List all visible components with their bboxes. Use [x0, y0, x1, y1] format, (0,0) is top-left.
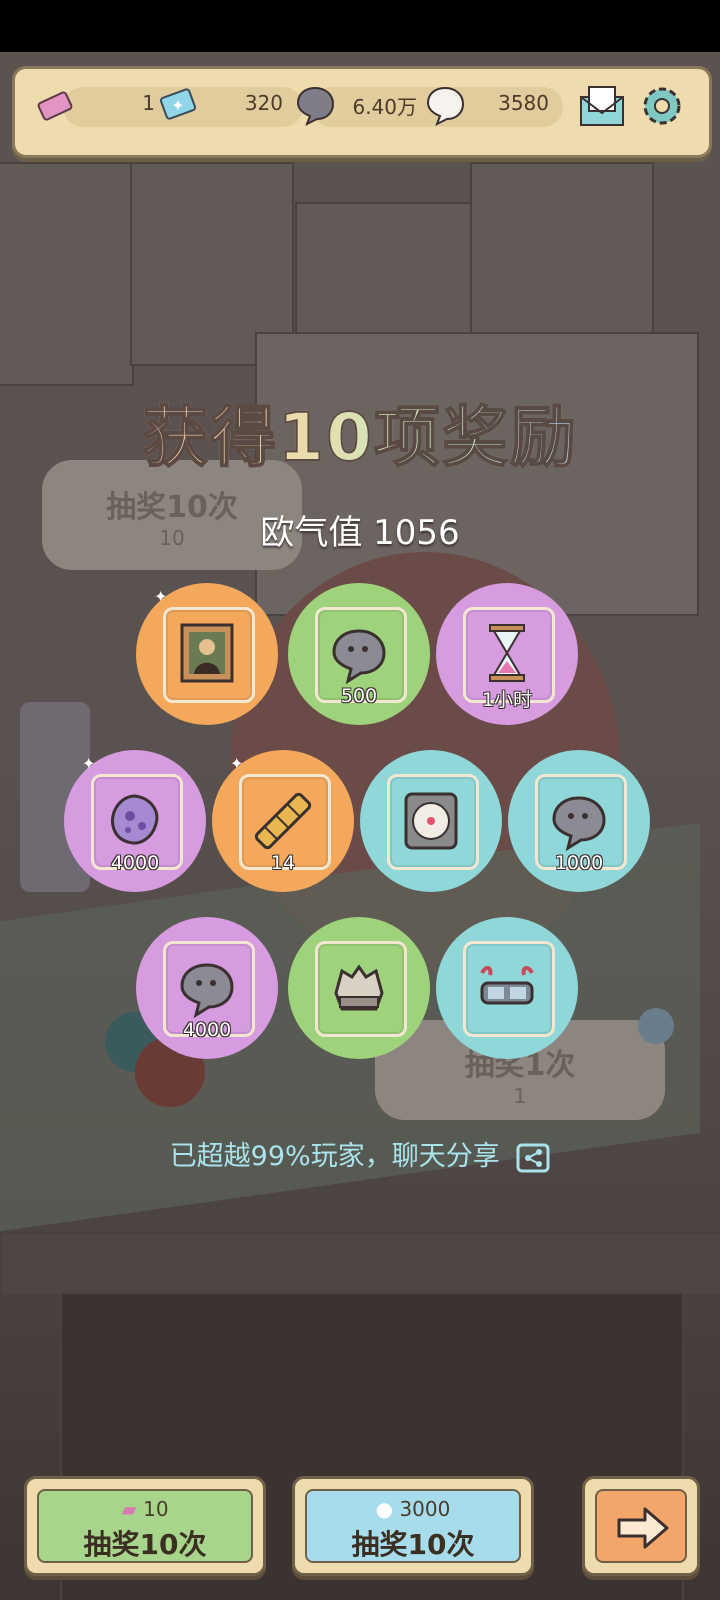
bubble-draw-button[interactable]: ● 3000 抽奖10次: [292, 1476, 534, 1576]
share-icon[interactable]: [516, 1143, 550, 1173]
arrow-circle-icon: [638, 1008, 674, 1044]
bubble-draw-label: 抽奖10次: [351, 1528, 475, 1561]
compass-icon: [404, 792, 458, 850]
white-bubble-count: 3580: [498, 91, 549, 115]
reward-item-hourglass[interactable]: 1小时: [436, 583, 578, 725]
bubble-icon: ●: [375, 1497, 394, 1521]
reward-item-virus[interactable]: ✦ 4000: [64, 750, 206, 892]
sparkle-icon: ✦: [154, 587, 168, 606]
ticket-icon: ▰: [121, 1497, 137, 1521]
ticket-draw-label: 抽奖10次: [83, 1528, 207, 1561]
dark-bubble-count: 6.40万: [352, 95, 417, 119]
wall-plank: [0, 162, 134, 386]
share-row[interactable]: 已超越99%玩家，聊天分享: [0, 1134, 720, 1173]
gear-icon[interactable]: [637, 81, 687, 131]
bubble-icon: [552, 796, 606, 852]
reward-item-compass[interactable]: [360, 750, 502, 892]
dark-bubble-icon: [296, 86, 335, 127]
svg-text:✦: ✦: [171, 96, 184, 115]
ticket-icon: [37, 91, 73, 121]
table-edge: [0, 1232, 720, 1296]
ticket-draw-cost: 10: [143, 1497, 169, 1521]
reward-item-glasses[interactable]: [436, 917, 578, 1059]
bubble-icon: [332, 629, 386, 685]
fossil-icon: [334, 964, 384, 1011]
telescope-icon: [254, 792, 312, 850]
reward-item-telescope[interactable]: ✦ 14: [212, 750, 354, 892]
bg-draw1-cost: 1: [513, 1084, 527, 1108]
hourglass-icon: [489, 624, 525, 682]
reward-quantity: 1000: [554, 852, 604, 874]
resource-bar: 1 ✦ 320 6.40万 3580: [12, 66, 712, 158]
reward-quantity: 4000: [182, 1019, 232, 1041]
sparkle-icon: ✦: [82, 754, 96, 773]
reward-quantity: 14: [270, 852, 296, 874]
white-bubble-icon: [426, 86, 465, 127]
reward-title: 获得10项奖励: [0, 384, 720, 480]
virus-icon: [111, 794, 159, 845]
glasses-icon: [480, 966, 534, 1005]
bubble-icon: [180, 963, 234, 1019]
mona-lisa-painting-icon: [180, 623, 234, 683]
reward-item-bubble-1000[interactable]: 1000: [508, 750, 650, 892]
reward-quantity: 500: [340, 685, 378, 707]
gem-count: 320: [244, 91, 283, 115]
ticket-draw-button[interactable]: ▰ 10 抽奖10次: [24, 1476, 266, 1576]
reward-quantity: 4000: [110, 852, 160, 874]
reward-quantity: 1小时: [481, 689, 533, 711]
reward-item-mona-lisa[interactable]: ✦: [136, 583, 278, 725]
bubble-draw-cost: 3000: [399, 1497, 451, 1521]
share-text: 已超越99%玩家，聊天分享: [169, 1141, 500, 1172]
sparkle-icon: ✦: [230, 754, 244, 773]
status-bar: [0, 0, 720, 52]
mail-icon[interactable]: [577, 83, 627, 131]
gem-ticket-icon: ✦: [159, 88, 197, 120]
next-button[interactable]: [582, 1476, 700, 1576]
reward-item-bubble-500[interactable]: 500: [288, 583, 430, 725]
ticket-count: 1: [142, 91, 155, 115]
arrow-right-icon: [617, 1507, 669, 1549]
reward-item-bone-fossil[interactable]: [288, 917, 430, 1059]
reward-item-bubble-4000[interactable]: 4000: [136, 917, 278, 1059]
luck-value: 欧气值 1056: [260, 513, 460, 553]
